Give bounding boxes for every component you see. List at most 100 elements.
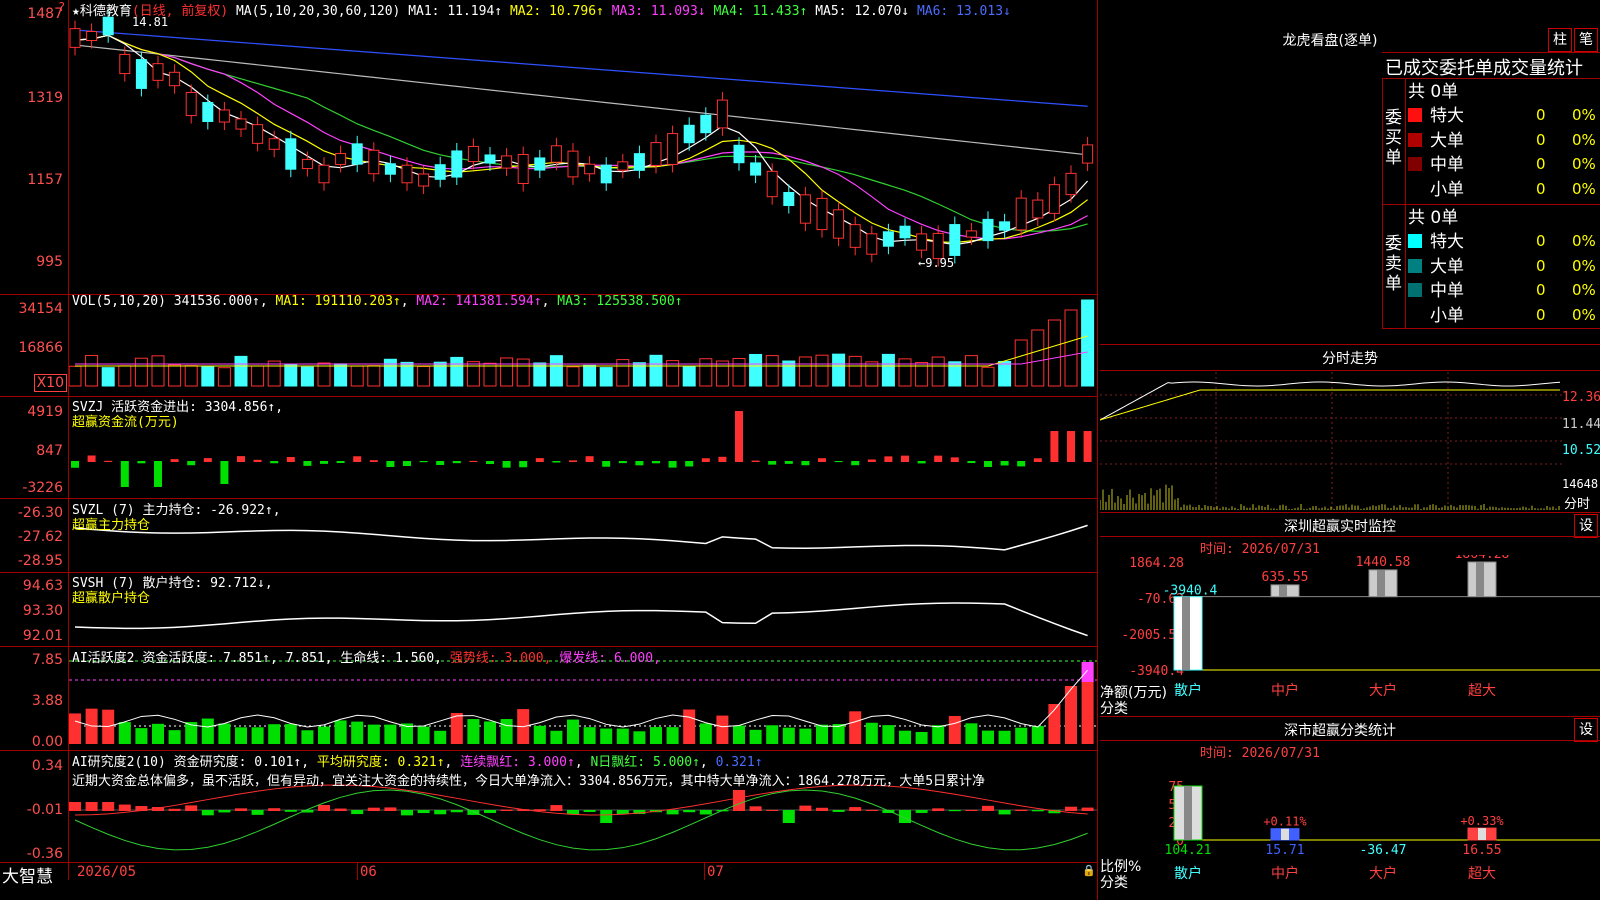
volume-bar — [898, 358, 912, 387]
star-icon[interactable]: ★ — [72, 4, 80, 19]
ma2-value: MA2: 10.796↑ — [509, 4, 604, 19]
activity-bar — [152, 723, 164, 744]
ai2-axis-tick: -0.01 — [26, 802, 63, 818]
activity-bar — [683, 709, 696, 744]
fenshi-title: 分时走势 — [1322, 351, 1378, 367]
research-bar — [185, 805, 198, 811]
flow-bar — [917, 461, 926, 464]
flow-bar — [386, 461, 395, 467]
volume-bar — [85, 354, 99, 387]
buy-row: 中单 — [1408, 153, 1464, 177]
monitor-settings-button[interactable]: 设 — [1574, 514, 1598, 538]
vol-header: VOL(5,10,20) 341536.000↑, MA1: 191110.20… — [72, 294, 683, 309]
research-bar — [417, 810, 430, 814]
vol-axis-tick: 16866 — [18, 340, 63, 356]
research-bar — [932, 808, 945, 811]
vol-unit[interactable]: X10 — [33, 374, 67, 392]
research-bar — [666, 810, 679, 815]
class-bar-value: 104.21 — [1165, 843, 1212, 858]
candle-body — [716, 99, 728, 129]
tick-view-button[interactable]: 笔 — [1574, 28, 1598, 52]
ma5-value: MA5: 12.070↓ — [815, 4, 910, 19]
flow-bar — [934, 455, 943, 462]
flow-bar — [71, 461, 79, 468]
volume-bar — [300, 366, 314, 387]
activity-bar — [268, 724, 281, 744]
class-chart[interactable]: 7550250104.21散户+0.11%15.71中户-36.47大户+0.3… — [1100, 760, 1600, 900]
research-bar — [583, 810, 596, 812]
research-bar — [600, 810, 613, 823]
activity-bar — [1015, 727, 1028, 744]
flow-bar — [137, 461, 146, 464]
buy-row: 特大 — [1408, 104, 1464, 128]
bar-view-button[interactable]: 柱 — [1548, 28, 1572, 52]
candle-body — [119, 53, 131, 75]
flow-bar — [170, 459, 179, 462]
monitor-title: 深圳超赢实时监控 — [1284, 519, 1396, 535]
activity-bar — [616, 728, 629, 744]
monitor-bars: 1864.28-70.62-2005.51-3940.4-3940.4散户635… — [1121, 555, 1600, 699]
volume-bar — [881, 353, 895, 387]
price-menu-icon[interactable]: ? — [58, 0, 65, 14]
candle-body — [600, 164, 612, 184]
class-bar-shade — [1184, 786, 1192, 840]
activity-bar — [351, 721, 364, 744]
flow-bar — [502, 461, 511, 468]
burst-marker — [1081, 662, 1094, 682]
activity-line — [74, 669, 1088, 728]
vol-axis: 34154 16866 X10 — [0, 294, 69, 396]
price-header: ★科德教育(日线, 前复权) MA(5,10,20,30,60,120) MA1… — [72, 0, 1011, 19]
research-bar — [168, 808, 181, 811]
volume-chart[interactable] — [69, 294, 1097, 396]
fenshi-tag[interactable]: 分时 — [1564, 493, 1590, 512]
activity-bar — [384, 724, 397, 744]
flow-bar — [552, 461, 561, 463]
candle-body — [1048, 184, 1060, 214]
svzj-subtitle: 超赢资金流(万元) — [72, 415, 179, 430]
candle-body — [235, 118, 247, 130]
longhu-divider — [1382, 52, 1600, 53]
ma-line — [74, 34, 1089, 246]
fenshi-line — [1100, 372, 1564, 510]
volume-bar — [201, 366, 215, 387]
svzj-sub: 超赢资金流(万元) — [72, 411, 179, 430]
flow-bar — [618, 461, 627, 464]
flow-bar — [950, 457, 959, 462]
research-bar — [201, 810, 214, 816]
fenshi-chart[interactable] — [1100, 372, 1564, 510]
flow-bar — [768, 461, 777, 465]
candle-body — [617, 161, 629, 171]
research-bar — [500, 809, 513, 811]
longhu-tab[interactable]: 已成交委托单成交量统计 — [1385, 54, 1583, 80]
flow-bar — [984, 461, 992, 467]
activity-bar — [583, 727, 596, 744]
price-axis-tick: 1319 — [27, 90, 63, 106]
monitor-chart[interactable]: 1864.28 -70.62 -2005.51 -3940.4 -3940.4 散户 635… — [1100, 555, 1600, 715]
flow-bar — [403, 461, 411, 467]
svzl-subtitle: 超赢主力持仓 — [72, 518, 151, 533]
buy-value: 0 — [1536, 130, 1546, 149]
ai2-commentary-text: 近期大资金总体偏多，虽不活跃，但有异动，宜关注大资金的持续性，今日大单净流入：3… — [72, 774, 986, 789]
ai1-value-a: 资金活跃度: 7.851↑ — [142, 651, 270, 666]
candle-body — [268, 138, 280, 150]
activity-bar — [865, 722, 878, 744]
svzl-axis-tick: -27.62 — [17, 529, 63, 545]
lock-icon[interactable]: 🔒 — [1082, 864, 1096, 877]
flow-bar — [867, 459, 876, 462]
class-settings-button[interactable]: 设 — [1574, 718, 1598, 742]
flow-bar — [1067, 431, 1075, 462]
class-bar-label: 超大 — [1468, 866, 1496, 882]
research-bar — [401, 810, 413, 816]
candle-body — [1065, 172, 1077, 196]
candle-body — [816, 197, 828, 231]
activity-bar — [716, 715, 729, 744]
sell-label: 中单 — [1430, 281, 1464, 301]
buy-pct: 0% — [1572, 106, 1596, 124]
flow-bar — [751, 460, 760, 462]
ai2-value-c: 连续飘红: 3.000↑ — [460, 755, 575, 770]
activity-bar — [650, 727, 662, 744]
price-chart[interactable] — [69, 0, 1097, 294]
buy-label: 小单 — [1430, 179, 1464, 200]
class-bar-delta: +0.33% — [1460, 814, 1504, 828]
candle-body — [434, 164, 446, 180]
